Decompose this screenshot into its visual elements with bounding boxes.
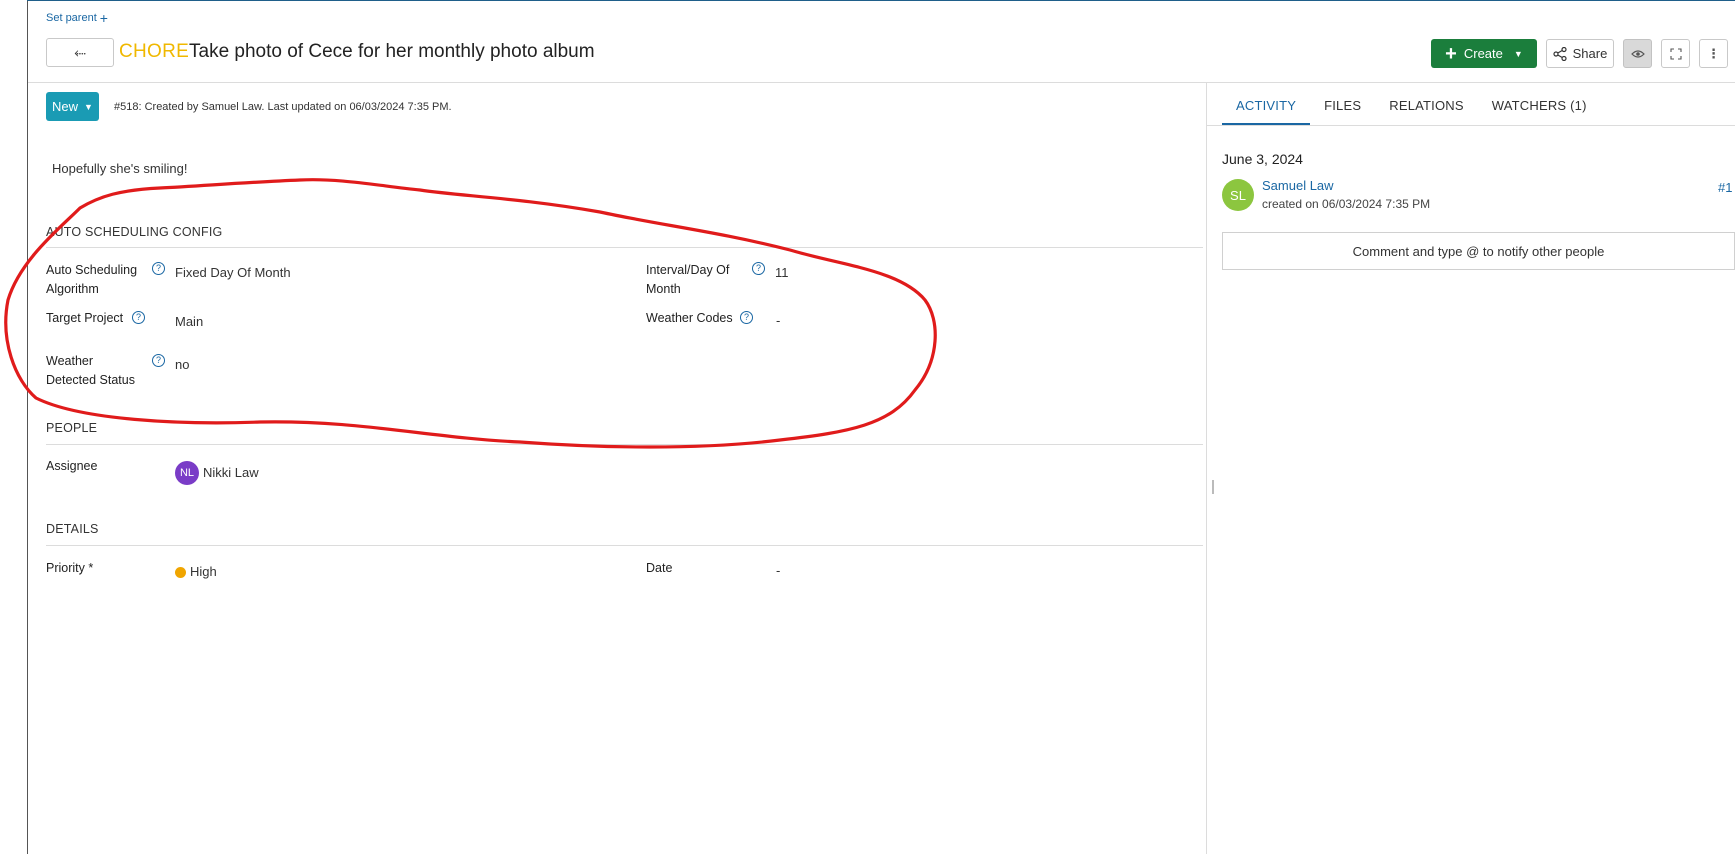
label-line: Month (646, 282, 681, 296)
section-divider (46, 444, 1203, 445)
eye-icon (1630, 49, 1645, 58)
section-divider (46, 247, 1203, 248)
create-label: Create (1463, 46, 1503, 61)
label-line: Detected Status (46, 373, 135, 387)
field-label-date: Date (646, 561, 673, 575)
field-value-interval-day-of-month[interactable]: 11 (775, 265, 789, 280)
help-icon[interactable]: ? (740, 311, 753, 324)
tab-activity[interactable]: ACTIVITY (1222, 92, 1311, 125)
label-line: Weather (46, 354, 94, 368)
kebab-menu-icon: ⋮ (1707, 45, 1720, 61)
tab-files[interactable]: FILES (1310, 92, 1375, 125)
priority-indicator-icon (175, 567, 186, 578)
activity-ref-link[interactable]: #1 (1718, 180, 1732, 195)
plus-icon: + (1445, 42, 1457, 65)
more-options-button[interactable]: ⋮ (1699, 39, 1728, 68)
window-top-border (27, 0, 1735, 1)
field-label-weather-codes: Weather Codes (646, 311, 733, 325)
set-parent-link[interactable]: Set parent + (46, 9, 108, 26)
activity-user-link[interactable]: Samuel Law (1262, 178, 1334, 193)
work-item-page: Set parent + ⬸ CHORE Take photo of Cece … (0, 0, 1735, 854)
share-icon (1553, 46, 1567, 61)
help-icon[interactable]: ? (152, 262, 165, 275)
header-divider (28, 82, 1735, 83)
plus-icon: + (99, 9, 108, 26)
field-value-priority[interactable]: High (190, 564, 217, 579)
help-icon[interactable]: ? (152, 354, 165, 367)
share-button[interactable]: Share (1546, 39, 1614, 68)
field-value-auto-scheduling-algorithm[interactable]: Fixed Day Of Month (175, 265, 291, 280)
label-line: Algorithm (46, 282, 99, 296)
comment-input[interactable]: Comment and type @ to notify other peopl… (1222, 232, 1735, 270)
status-label: New (52, 99, 79, 114)
item-type-label: CHORE (119, 41, 190, 62)
help-icon[interactable]: ? (752, 262, 765, 275)
back-button[interactable]: ⬸ (46, 38, 114, 67)
avatar[interactable]: SL (1222, 179, 1254, 211)
field-label-assignee: Assignee (46, 459, 98, 473)
item-meta-line: #518: Created by Samuel Law. Last update… (114, 101, 452, 113)
create-button[interactable]: + Create ▼ (1431, 39, 1537, 68)
page-title[interactable]: Take photo of Cece for her monthly photo… (189, 41, 595, 63)
chevron-down-icon: ▼ (84, 101, 93, 112)
status-dropdown[interactable]: New ▼ (46, 92, 99, 121)
section-divider (46, 545, 1203, 546)
field-label-target-project: Target Project (46, 311, 124, 325)
window-left-border (27, 0, 28, 854)
description-text[interactable]: Hopefully she's smiling! (52, 161, 187, 176)
tabs-divider (1207, 125, 1735, 126)
field-label-auto-scheduling-algorithm: Auto Scheduling Algorithm (46, 261, 137, 299)
section-title-auto-scheduling: AUTO SCHEDULING CONFIG (46, 225, 223, 239)
field-value-date[interactable]: - (776, 563, 780, 578)
field-value-weather-codes[interactable]: - (776, 313, 780, 328)
pane-divider (1206, 83, 1207, 854)
field-value-assignee[interactable]: Nikki Law (203, 465, 259, 480)
section-title-details: DETAILS (46, 522, 99, 536)
label-line: Interval/Day Of (646, 263, 730, 277)
field-value-target-project[interactable]: Main (175, 314, 203, 329)
pane-resize-handle[interactable] (1212, 480, 1214, 494)
field-label-weather-detected-status: Weather Detected Status (46, 352, 135, 390)
tab-watchers[interactable]: WATCHERS (1) (1478, 92, 1601, 125)
activity-description: created on 06/03/2024 7:35 PM (1262, 197, 1431, 211)
field-value-weather-detected-status[interactable]: no (175, 357, 189, 372)
avatar[interactable]: NL (175, 461, 199, 485)
field-label-interval-day-of-month: Interval/Day Of Month (646, 261, 729, 299)
chevron-down-icon: ▼ (1513, 48, 1523, 59)
set-parent-label: Set parent (46, 12, 97, 24)
label-line: Auto Scheduling (46, 263, 138, 277)
activity-tabs: ACTIVITY FILES RELATIONS WATCHERS (1) (1222, 92, 1601, 125)
red-circle-annotation (4, 178, 937, 449)
activity-date-heading: June 3, 2024 (1222, 151, 1303, 167)
help-icon[interactable]: ? (132, 311, 145, 324)
back-arrow-icon: ⬸ (73, 44, 86, 61)
expand-icon (1669, 47, 1682, 60)
section-title-people: PEOPLE (46, 421, 98, 435)
field-label-priority: Priority * (46, 561, 94, 575)
fullscreen-button[interactable] (1661, 39, 1690, 68)
share-label: Share (1572, 46, 1608, 61)
tab-relations[interactable]: RELATIONS (1375, 92, 1478, 125)
watch-toggle-button[interactable] (1623, 39, 1652, 68)
